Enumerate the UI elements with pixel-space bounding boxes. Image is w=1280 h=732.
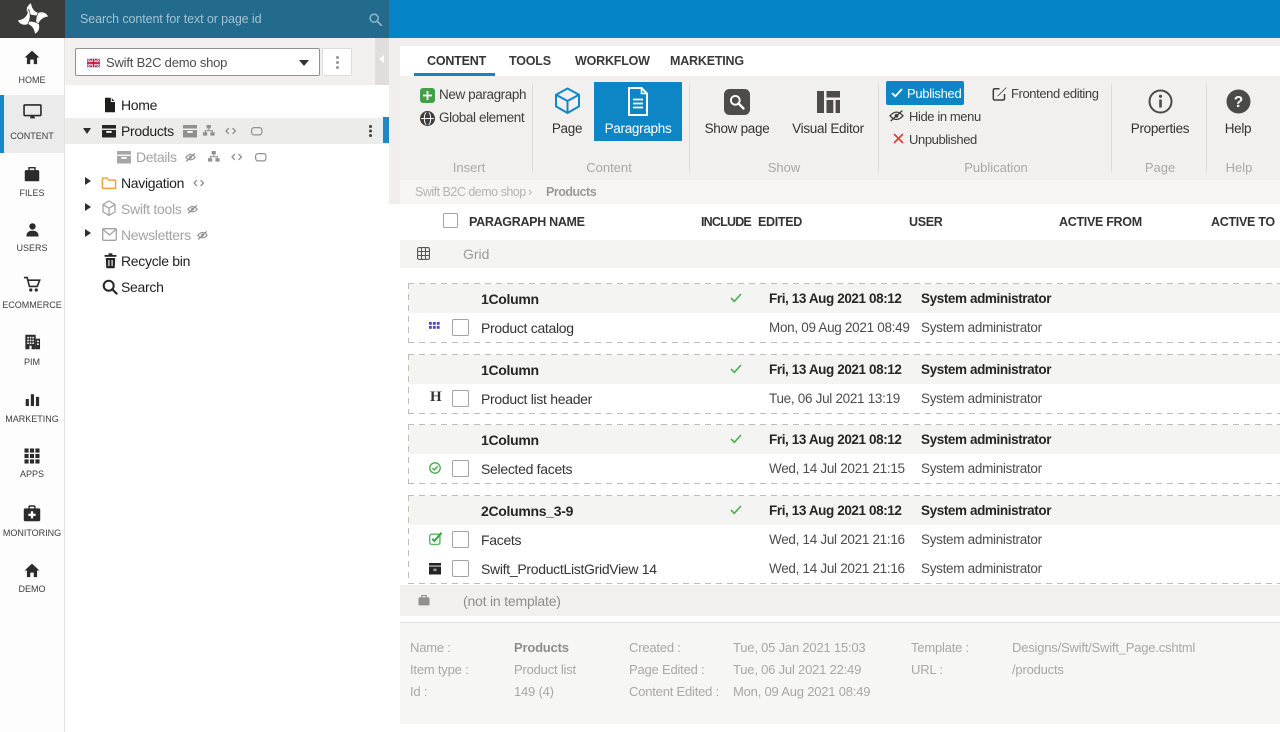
svg-text:?: ?	[1234, 94, 1243, 111]
